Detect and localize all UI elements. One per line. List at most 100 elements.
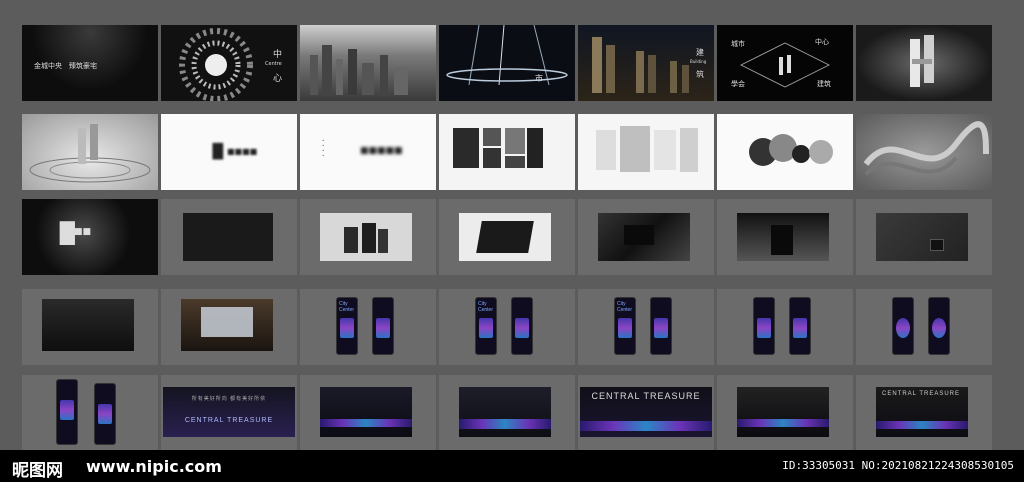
phone-mockup [892,297,914,355]
bag-mockup [771,225,793,255]
banner-mockup: CENTRAL TREASURE 所有美好所向 都有美好所依 [163,387,295,437]
phone-mockup [56,379,78,445]
thumbnail-stage-2[interactable] [717,375,853,451]
phone-glow [340,318,354,338]
phone-mockup [928,297,950,355]
logo-blurred: ■■■■■ [360,146,403,156]
thumbnail-phones-5[interactable] [856,289,992,365]
cup-mockup [362,223,376,253]
nipic-url[interactable]: www.nipic.com [86,457,222,476]
thumbnail-silk-wave[interactable] [856,114,992,190]
thumbnail-logo-white[interactable]: ▐▌ ■■■■ [161,114,297,190]
stage-light [580,421,712,431]
stage-mockup [320,387,412,437]
thumbnail-logo-ripple[interactable] [22,114,158,190]
cup-mockup [378,229,388,253]
thumbnail-silk-card[interactable] [578,199,714,275]
badge-mockup [930,239,944,251]
thumbnail-grid: 金城中央 臻筑豪宅 中 Centre 心 市 建 Building 筑 城市 中… [22,25,996,451]
thumbnail-logo-3d[interactable] [856,25,992,101]
caption: 金城中央 臻筑豪宅 [34,62,97,70]
phone-title: City Center [339,301,355,313]
caption-centre: Centre [265,61,282,67]
thumbnail-circles[interactable] [717,114,853,190]
phone-mockup [372,297,394,355]
caption-build: 建筑 [817,80,831,88]
phone-glow [896,318,910,338]
phone-mockup [511,297,533,355]
phone-mockup [753,297,775,355]
caption-xin: 心 [273,74,283,84]
stage-mockup: CENTRAL TREASURE [876,387,968,437]
caption-zhu: 筑 [696,70,704,79]
cup-mockup [344,227,358,253]
thumbnail-folder[interactable] [161,199,297,275]
phone-glow [479,318,493,338]
caption-center: 中心 [815,38,829,46]
thumbnail-phones-6[interactable] [22,375,158,451]
caption-building: Building [690,59,707,64]
watermark-footer: 昵图网 www.nipic.com ID:33305031 NO:2021082… [0,450,1024,482]
thumbnail-phones-1[interactable]: City Center [300,289,436,365]
thumbnail-stage-3[interactable]: CENTRAL TREASURE [856,375,992,451]
image-id: ID:33305031 NO:20210821224308530105 [782,459,1014,472]
thumbnail-suit-badge[interactable] [856,199,992,275]
caption-hall: 學会 [731,80,745,88]
phone-glow [60,400,74,420]
logo-mark: ▐▌ [207,144,229,160]
silk-graphic [863,121,989,176]
thumbnail-logo-diagram[interactable]: 城市 中心 學会 建筑 [717,25,853,101]
banner-mockup [459,387,551,437]
thumbnail-bag[interactable] [717,199,853,275]
thumbnail-towers-night[interactable]: 建 Building 筑 [578,25,714,101]
thumbnail-phones-3[interactable]: City Center [578,289,714,365]
phone-mockup: City Center [475,297,497,355]
thumbnail-city-aerial[interactable] [300,25,436,101]
interior-graphic [596,126,698,172]
banner-title: CENTRAL TREASURE [184,417,274,424]
logo-sphere-text: ■■ [74,227,92,237]
thumbnail-moodboard[interactable] [439,114,575,190]
caption-city: 城市 [731,40,745,48]
beams-graphic [446,25,568,86]
thumbnail-spiral[interactable]: 中 Centre 心 [161,25,297,101]
city-graphic [310,45,408,95]
phone-mockup [94,383,116,445]
logo-text: ■■■■ [227,147,258,156]
thumbnail-logo-sphere[interactable]: ▐▌ ■■ [22,199,158,275]
thumbnail-lobby-dark[interactable] [22,289,158,365]
stage-light [459,419,551,429]
thumbnail-phones-4[interactable] [717,289,853,365]
thumbnail-dark-skyline[interactable]: 金城中央 臻筑豪宅 [22,25,158,101]
banner-subtitle: 所有美好所向 都有美好所依 [191,396,267,402]
card-mockup [624,225,654,245]
thumbnail-cups[interactable] [300,199,436,275]
caption-shi: 市 [535,74,543,83]
glass-screen [201,307,253,337]
thumbnail-logo-grid[interactable]: ■■■■■ • • • • [300,114,436,190]
thumbnail-banner-3[interactable]: CENTRAL TREASURE [578,375,714,451]
phone-mockup: City Center [614,297,636,355]
thumbnail-interior-white[interactable] [578,114,714,190]
phone-glow [793,318,807,338]
stage-light [737,419,829,427]
thumbnail-light-beams[interactable]: 市 [439,25,575,101]
phone-glow [515,318,529,338]
ripple-graphic [29,124,151,183]
thumbnail-stage-1[interactable] [300,375,436,451]
stage-light [320,419,412,427]
phone-glow [376,318,390,338]
thumbnail-banner-2[interactable] [439,375,575,451]
phone-glow [618,318,632,338]
phone-title: City Center [478,301,494,313]
box-mockup [476,221,534,253]
circles-graphic [749,134,833,166]
thumbnail-lobby-lit[interactable] [161,289,297,365]
thumbnail-box[interactable] [439,199,575,275]
stage-mockup [737,387,829,437]
banner-mockup: CENTRAL TREASURE [580,387,712,437]
thumbnail-banner-1[interactable]: CENTRAL TREASURE 所有美好所向 都有美好所依 [161,375,297,451]
lobby-mockup [42,299,134,351]
phone-glow [932,318,946,338]
thumbnail-phones-2[interactable]: City Center [439,289,575,365]
